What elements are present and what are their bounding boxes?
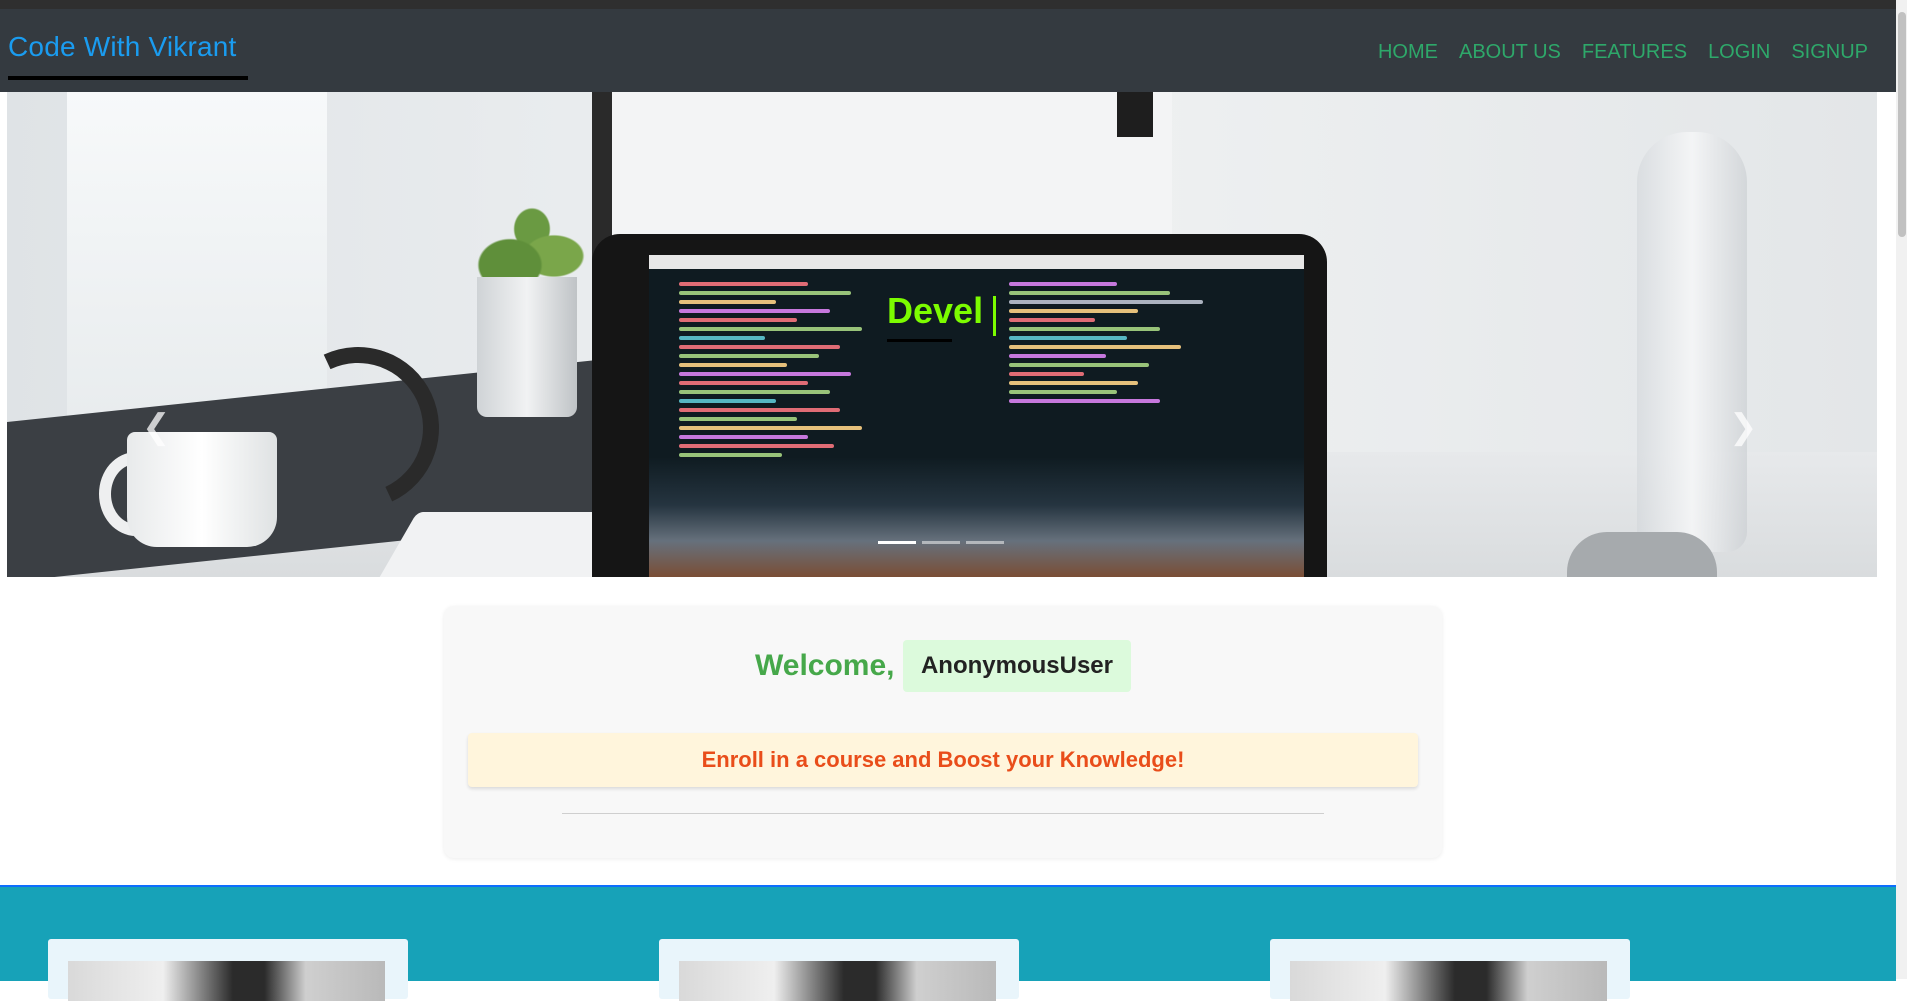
hero-photo-monitor-stand bbox=[1117, 92, 1153, 137]
course-thumbnail bbox=[679, 961, 996, 1001]
hero-photo-mug bbox=[127, 432, 277, 547]
nav-signup[interactable]: SIGNUP bbox=[1791, 41, 1868, 64]
nav-about-us[interactable]: ABOUT US bbox=[1459, 41, 1561, 64]
carousel-indicator-3[interactable] bbox=[966, 541, 1004, 544]
carousel-indicators bbox=[878, 541, 1004, 544]
navbar: Code With Vikrant HOME ABOUT US FEATURES… bbox=[0, 9, 1896, 92]
course-thumbnail bbox=[68, 961, 385, 1001]
hero-photo-wallpaper bbox=[649, 457, 1304, 577]
chevron-left-icon: ❮ bbox=[142, 408, 171, 446]
welcome-card: Welcome, AnonymousUser Enroll in a cours… bbox=[444, 606, 1442, 858]
brand-underline bbox=[8, 76, 248, 80]
page-scrollbar-thumb[interactable] bbox=[1898, 12, 1906, 237]
nav-home[interactable]: HOME bbox=[1378, 41, 1438, 64]
brand-logo[interactable]: Code With Vikrant bbox=[8, 31, 237, 63]
hero-photo-plant-pot bbox=[477, 277, 577, 417]
username-badge: AnonymousUser bbox=[902, 640, 1131, 692]
hero-typing-caption: Devel bbox=[887, 290, 984, 331]
hero-photo-code-column bbox=[1009, 277, 1224, 408]
hero-photo-speaker bbox=[1637, 132, 1747, 552]
carousel-prev-button[interactable]: ❮ bbox=[142, 407, 171, 447]
chevron-right-icon: ❯ bbox=[1729, 408, 1758, 446]
carousel-indicator-1[interactable] bbox=[878, 541, 916, 544]
course-card[interactable] bbox=[48, 939, 408, 1001]
course-card[interactable] bbox=[659, 939, 1019, 1001]
carousel-next-button[interactable]: ❯ bbox=[1729, 407, 1758, 447]
typing-caret bbox=[993, 296, 996, 336]
carousel-indicator-2[interactable] bbox=[922, 541, 960, 544]
nav-login[interactable]: LOGIN bbox=[1708, 41, 1770, 64]
hero-photo-screen-bar bbox=[649, 255, 1304, 269]
welcome-greeting: Welcome, bbox=[755, 649, 895, 682]
hero-carousel: ❮ ❯ bbox=[7, 92, 1877, 577]
nav-links: HOME ABOUT US FEATURES LOGIN SIGNUP bbox=[1378, 41, 1868, 64]
enroll-banner: Enroll in a course and Boost your Knowle… bbox=[468, 733, 1418, 787]
course-thumbnail bbox=[1290, 961, 1607, 1001]
hero-photo-speaker-base bbox=[1567, 532, 1717, 577]
welcome-divider bbox=[562, 813, 1324, 814]
courses-section bbox=[0, 885, 1896, 1001]
caption-underline bbox=[887, 339, 952, 342]
window-top-strip bbox=[0, 0, 1907, 9]
course-card[interactable] bbox=[1270, 939, 1630, 1001]
hero-photo-code-column bbox=[679, 277, 894, 462]
welcome-line: Welcome, AnonymousUser bbox=[444, 640, 1442, 692]
nav-features[interactable]: FEATURES bbox=[1582, 41, 1687, 64]
